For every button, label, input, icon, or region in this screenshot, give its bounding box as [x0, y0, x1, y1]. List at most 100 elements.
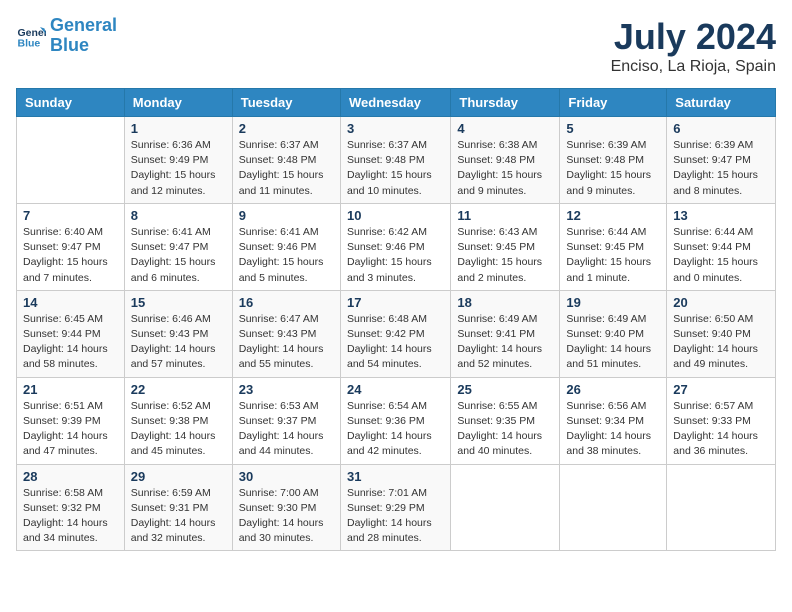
day-detail: Sunrise: 6:45 AM Sunset: 9:44 PM Dayligh…	[23, 312, 118, 373]
day-number: 17	[347, 295, 444, 310]
logo-icon: General Blue	[16, 21, 46, 51]
calendar-cell: 18 Sunrise: 6:49 AM Sunset: 9:41 PM Dayli…	[451, 290, 560, 377]
day-detail: Sunrise: 6:42 AM Sunset: 9:46 PM Dayligh…	[347, 225, 444, 286]
calendar-cell: 13 Sunrise: 6:44 AM Sunset: 9:44 PM Dayli…	[667, 203, 776, 290]
calendar-cell: 28Sunrise: 6:58 AM Sunset: 9:32 PM Dayli…	[17, 464, 125, 551]
calendar-cell: 7 Sunrise: 6:40 AM Sunset: 9:47 PM Daylig…	[17, 203, 125, 290]
calendar-cell: 25Sunrise: 6:55 AM Sunset: 9:35 PM Dayli…	[451, 377, 560, 464]
calendar-cell: 12 Sunrise: 6:44 AM Sunset: 9:45 PM Dayli…	[560, 203, 667, 290]
calendar-cell: 15 Sunrise: 6:46 AM Sunset: 9:43 PM Dayli…	[124, 290, 232, 377]
week-row-3: 14 Sunrise: 6:45 AM Sunset: 9:44 PM Dayli…	[17, 290, 776, 377]
day-detail: Sunrise: 6:59 AM Sunset: 9:31 PM Dayligh…	[131, 486, 226, 547]
day-header-monday: Monday	[124, 89, 232, 117]
day-number: 24	[347, 382, 444, 397]
calendar-cell: 8Sunrise: 6:41 AM Sunset: 9:47 PM Daylig…	[124, 203, 232, 290]
day-number: 21	[23, 382, 118, 397]
day-header-friday: Friday	[560, 89, 667, 117]
calendar-cell: 6 Sunrise: 6:39 AM Sunset: 9:47 PM Daylig…	[667, 117, 776, 204]
title-area: July 2024 Enciso, La Rioja, Spain	[611, 16, 776, 76]
calendar-table: SundayMondayTuesdayWednesdayThursdayFrid…	[16, 88, 776, 551]
calendar-title: July 2024	[611, 16, 776, 58]
calendar-cell: 5Sunrise: 6:39 AM Sunset: 9:48 PM Daylig…	[560, 117, 667, 204]
day-detail: Sunrise: 6:49 AM Sunset: 9:41 PM Dayligh…	[457, 312, 553, 373]
day-detail: Sunrise: 6:46 AM Sunset: 9:43 PM Dayligh…	[131, 312, 226, 373]
day-header-tuesday: Tuesday	[232, 89, 340, 117]
day-detail: Sunrise: 6:37 AM Sunset: 9:48 PM Dayligh…	[347, 138, 444, 199]
day-number: 20	[673, 295, 769, 310]
day-detail: Sunrise: 6:47 AM Sunset: 9:43 PM Dayligh…	[239, 312, 334, 373]
calendar-cell: 24 Sunrise: 6:54 AM Sunset: 9:36 PM Dayli…	[340, 377, 450, 464]
week-row-5: 28Sunrise: 6:58 AM Sunset: 9:32 PM Dayli…	[17, 464, 776, 551]
day-number: 16	[239, 295, 334, 310]
calendar-cell: 1 Sunrise: 6:36 AM Sunset: 9:49 PM Daylig…	[124, 117, 232, 204]
svg-text:Blue: Blue	[18, 37, 41, 49]
day-number: 22	[131, 382, 226, 397]
day-number: 23	[239, 382, 334, 397]
day-detail: Sunrise: 6:49 AM Sunset: 9:40 PM Dayligh…	[566, 312, 660, 373]
day-header-saturday: Saturday	[667, 89, 776, 117]
day-detail: Sunrise: 6:50 AM Sunset: 9:40 PM Dayligh…	[673, 312, 769, 373]
day-detail: Sunrise: 6:39 AM Sunset: 9:47 PM Dayligh…	[673, 138, 769, 199]
day-number: 31	[347, 469, 444, 484]
day-number: 19	[566, 295, 660, 310]
days-header-row: SundayMondayTuesdayWednesdayThursdayFrid…	[17, 89, 776, 117]
day-number: 10	[347, 208, 444, 223]
day-detail: Sunrise: 6:57 AM Sunset: 9:33 PM Dayligh…	[673, 399, 769, 460]
calendar-cell: 31 Sunrise: 7:01 AM Sunset: 9:29 PM Dayli…	[340, 464, 450, 551]
day-number: 26	[566, 382, 660, 397]
day-number: 7	[23, 208, 118, 223]
day-number: 1	[131, 121, 226, 136]
day-detail: Sunrise: 6:39 AM Sunset: 9:48 PM Dayligh…	[566, 138, 660, 199]
day-number: 6	[673, 121, 769, 136]
day-detail: Sunrise: 6:54 AM Sunset: 9:36 PM Dayligh…	[347, 399, 444, 460]
calendar-cell: 20 Sunrise: 6:50 AM Sunset: 9:40 PM Dayli…	[667, 290, 776, 377]
calendar-cell: 14 Sunrise: 6:45 AM Sunset: 9:44 PM Dayli…	[17, 290, 125, 377]
day-header-thursday: Thursday	[451, 89, 560, 117]
calendar-cell: 22 Sunrise: 6:52 AM Sunset: 9:38 PM Dayli…	[124, 377, 232, 464]
week-row-1: 1 Sunrise: 6:36 AM Sunset: 9:49 PM Daylig…	[17, 117, 776, 204]
calendar-cell: 27 Sunrise: 6:57 AM Sunset: 9:33 PM Dayli…	[667, 377, 776, 464]
day-detail: Sunrise: 6:44 AM Sunset: 9:45 PM Dayligh…	[566, 225, 660, 286]
day-detail: Sunrise: 6:40 AM Sunset: 9:47 PM Dayligh…	[23, 225, 118, 286]
day-number: 29	[131, 469, 226, 484]
day-detail: Sunrise: 6:56 AM Sunset: 9:34 PM Dayligh…	[566, 399, 660, 460]
day-number: 25	[457, 382, 553, 397]
day-detail: Sunrise: 7:01 AM Sunset: 9:29 PM Dayligh…	[347, 486, 444, 547]
calendar-cell: 19 Sunrise: 6:49 AM Sunset: 9:40 PM Dayli…	[560, 290, 667, 377]
day-detail: Sunrise: 6:38 AM Sunset: 9:48 PM Dayligh…	[457, 138, 553, 199]
day-detail: Sunrise: 6:52 AM Sunset: 9:38 PM Dayligh…	[131, 399, 226, 460]
calendar-cell: 11 Sunrise: 6:43 AM Sunset: 9:45 PM Dayli…	[451, 203, 560, 290]
day-header-wednesday: Wednesday	[340, 89, 450, 117]
day-number: 2	[239, 121, 334, 136]
day-number: 14	[23, 295, 118, 310]
week-row-2: 7 Sunrise: 6:40 AM Sunset: 9:47 PM Daylig…	[17, 203, 776, 290]
day-number: 28	[23, 469, 118, 484]
calendar-cell	[560, 464, 667, 551]
day-number: 18	[457, 295, 553, 310]
calendar-cell: 17 Sunrise: 6:48 AM Sunset: 9:42 PM Dayli…	[340, 290, 450, 377]
calendar-cell: 9Sunrise: 6:41 AM Sunset: 9:46 PM Daylig…	[232, 203, 340, 290]
calendar-cell: 10 Sunrise: 6:42 AM Sunset: 9:46 PM Dayli…	[340, 203, 450, 290]
logo: General Blue GeneralBlue	[16, 16, 117, 56]
day-detail: Sunrise: 6:51 AM Sunset: 9:39 PM Dayligh…	[23, 399, 118, 460]
day-number: 27	[673, 382, 769, 397]
calendar-cell: 30Sunrise: 7:00 AM Sunset: 9:30 PM Dayli…	[232, 464, 340, 551]
day-detail: Sunrise: 6:37 AM Sunset: 9:48 PM Dayligh…	[239, 138, 334, 199]
calendar-cell	[17, 117, 125, 204]
day-number: 8	[131, 208, 226, 223]
day-number: 11	[457, 208, 553, 223]
day-detail: Sunrise: 6:43 AM Sunset: 9:45 PM Dayligh…	[457, 225, 553, 286]
day-detail: Sunrise: 6:44 AM Sunset: 9:44 PM Dayligh…	[673, 225, 769, 286]
calendar-cell: 2 Sunrise: 6:37 AM Sunset: 9:48 PM Daylig…	[232, 117, 340, 204]
day-number: 12	[566, 208, 660, 223]
calendar-cell: 29 Sunrise: 6:59 AM Sunset: 9:31 PM Dayli…	[124, 464, 232, 551]
day-header-sunday: Sunday	[17, 89, 125, 117]
calendar-cell: 16 Sunrise: 6:47 AM Sunset: 9:43 PM Dayli…	[232, 290, 340, 377]
calendar-cell	[667, 464, 776, 551]
day-detail: Sunrise: 7:00 AM Sunset: 9:30 PM Dayligh…	[239, 486, 334, 547]
day-number: 13	[673, 208, 769, 223]
day-number: 15	[131, 295, 226, 310]
day-detail: Sunrise: 6:41 AM Sunset: 9:46 PM Dayligh…	[239, 225, 334, 286]
day-detail: Sunrise: 6:48 AM Sunset: 9:42 PM Dayligh…	[347, 312, 444, 373]
day-detail: Sunrise: 6:36 AM Sunset: 9:49 PM Dayligh…	[131, 138, 226, 199]
